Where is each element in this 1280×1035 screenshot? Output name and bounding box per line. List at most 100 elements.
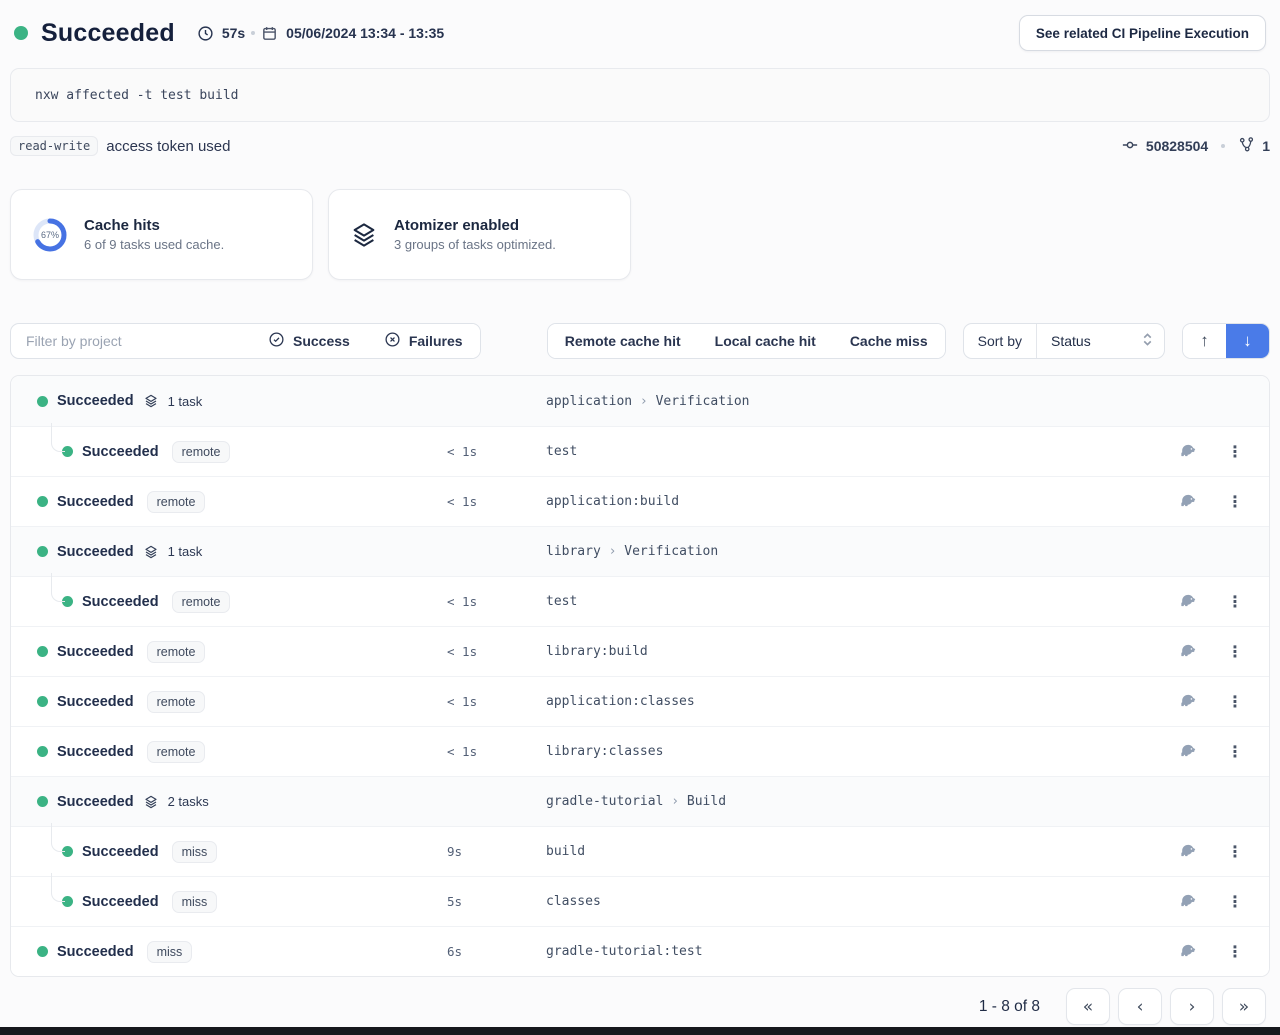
gradle-elephant-icon[interactable] [1178,492,1198,512]
row-status-cell: Succeeded remote [11,641,441,663]
tree-connector [51,423,65,452]
kebab-menu-icon[interactable]: ⋮ [1227,744,1243,760]
kebab-menu-icon[interactable]: ⋮ [1227,894,1243,910]
cache-miss-button[interactable]: Cache miss [833,324,945,358]
duration-label: < 1s [441,594,546,609]
path-separator: › [632,394,655,409]
gradle-elephant-icon[interactable] [1178,942,1198,962]
cache-badge: remote [147,691,206,713]
table-row[interactable]: Succeeded miss 5s classes ⋮ [11,876,1269,926]
table-row[interactable]: Succeeded miss 9s build ⋮ [11,826,1269,876]
gradle-elephant-icon[interactable] [1178,742,1198,762]
table-row[interactable]: Succeeded remote < 1s test ⋮ [11,576,1269,626]
task-name: test [546,444,1159,459]
remote-cache-hit-button[interactable]: Remote cache hit [548,324,698,358]
row-status-cell: Succeeded miss [11,891,441,913]
run-date-label: 05/06/2024 13:34 - 13:35 [286,25,444,41]
gradle-elephant-icon[interactable] [1178,592,1198,612]
kebab-menu-icon[interactable]: ⋮ [1227,844,1243,860]
duration-label: < 1s [441,694,546,709]
last-page-button[interactable]: » [1222,988,1266,1025]
row-status-label: Succeeded [57,393,134,409]
gradle-elephant-icon[interactable] [1178,842,1198,862]
kebab-menu-icon[interactable]: ⋮ [1227,444,1243,460]
gradle-elephant-icon[interactable] [1178,642,1198,662]
sort-by-label: Sort by [964,324,1036,358]
table-row[interactable]: Succeeded remote < 1s application:classe… [11,676,1269,726]
status-dot [37,496,48,507]
gradle-elephant-icon[interactable] [1178,892,1198,912]
table-row[interactable]: Succeeded 1 task library › Verification … [11,526,1269,576]
sort-descending-button[interactable]: ↓ [1226,324,1269,358]
related-pipeline-button[interactable]: See related CI Pipeline Execution [1019,15,1266,51]
table-row[interactable]: Succeeded 1 task application › Verificat… [11,376,1269,426]
table-row[interactable]: Succeeded remote < 1s library:build ⋮ [11,626,1269,676]
previous-page-button[interactable]: ‹ [1118,988,1162,1025]
duration-label: 9s [441,844,546,859]
cache-badge: remote [172,591,231,613]
tree-connector [51,873,65,902]
sort-ascending-button[interactable]: ↑ [1183,324,1226,358]
cache-badge: remote [147,491,206,513]
clock-icon [197,25,214,42]
row-status-label: Succeeded [82,844,159,860]
task-name: test [546,594,1159,609]
cache-badge: remote [172,441,231,463]
separator-dot [1221,144,1225,148]
table-row[interactable]: Succeeded remote < 1s application:build … [11,476,1269,526]
task-count-label: 1 task [168,544,203,559]
kebab-menu-icon[interactable]: ⋮ [1227,644,1243,660]
status-dot [37,696,48,707]
cache-hits-card: 67% Cache hits 6 of 9 tasks used cache. [10,189,313,280]
task-name: application › Verification [546,394,1159,409]
kebab-menu-icon[interactable]: ⋮ [1227,944,1243,960]
success-filter-button[interactable]: Success [251,324,367,358]
row-status-cell: Succeeded remote [11,441,441,463]
duration-label: < 1s [441,644,546,659]
row-status-label: Succeeded [57,544,134,560]
task-name: library › Verification [546,544,1159,559]
cache-hits-subtitle: 6 of 9 tasks used cache. [84,237,224,252]
run-status-dot [14,26,28,40]
row-status-cell: Succeeded 1 task [11,393,441,409]
task-name: library:classes [546,744,1159,759]
filter-bar: Success Failures Remote cache hit Local … [10,323,1270,359]
task-name: classes [546,894,1159,909]
table-row[interactable]: Succeeded remote < 1s test ⋮ [11,426,1269,476]
table-row[interactable]: Succeeded remote < 1s library:classes ⋮ [11,726,1269,776]
kebab-menu-icon[interactable]: ⋮ [1227,694,1243,710]
cache-badge: miss [172,841,218,863]
row-actions: ⋮ [1159,742,1269,762]
cache-badge: remote [147,641,206,663]
atomizer-card: Atomizer enabled 3 groups of tasks optim… [328,189,631,280]
first-page-button[interactable]: « [1066,988,1110,1025]
tree-connector [51,823,65,852]
task-name: application:build [546,494,1159,509]
calendar-icon [261,25,278,42]
gradle-elephant-icon[interactable] [1178,692,1198,712]
local-cache-hit-button[interactable]: Local cache hit [698,324,833,358]
task-name: build [546,844,1159,859]
commit-sha[interactable]: 50828504 [1146,138,1208,154]
sort-select[interactable]: Status [1036,324,1164,358]
filter-by-project-input[interactable] [11,324,251,358]
status-dot [37,746,48,757]
run-status-title: Succeeded [41,19,175,48]
row-status-cell: Succeeded remote [11,591,441,613]
branch-count: 1 [1262,138,1270,154]
token-scope-badge: read-write [10,136,98,156]
row-status-cell: Succeeded 1 task [11,544,441,560]
table-row[interactable]: Succeeded 2 tasks gradle-tutorial › Buil… [11,776,1269,826]
failures-filter-button[interactable]: Failures [367,324,480,358]
next-page-button[interactable]: › [1170,988,1214,1025]
gradle-elephant-icon[interactable] [1178,442,1198,462]
table-row[interactable]: Succeeded miss 6s gradle-tutorial:test ⋮ [11,926,1269,976]
kebab-menu-icon[interactable]: ⋮ [1227,494,1243,510]
row-status-label: Succeeded [57,644,134,660]
task-table-body: Succeeded 1 task application › Verificat… [10,375,1270,977]
kebab-menu-icon[interactable]: ⋮ [1227,594,1243,610]
check-circle-icon [268,331,285,351]
commit-icon [1121,136,1139,157]
success-filter-label: Success [293,333,350,349]
task-count-label: 2 tasks [168,794,209,809]
